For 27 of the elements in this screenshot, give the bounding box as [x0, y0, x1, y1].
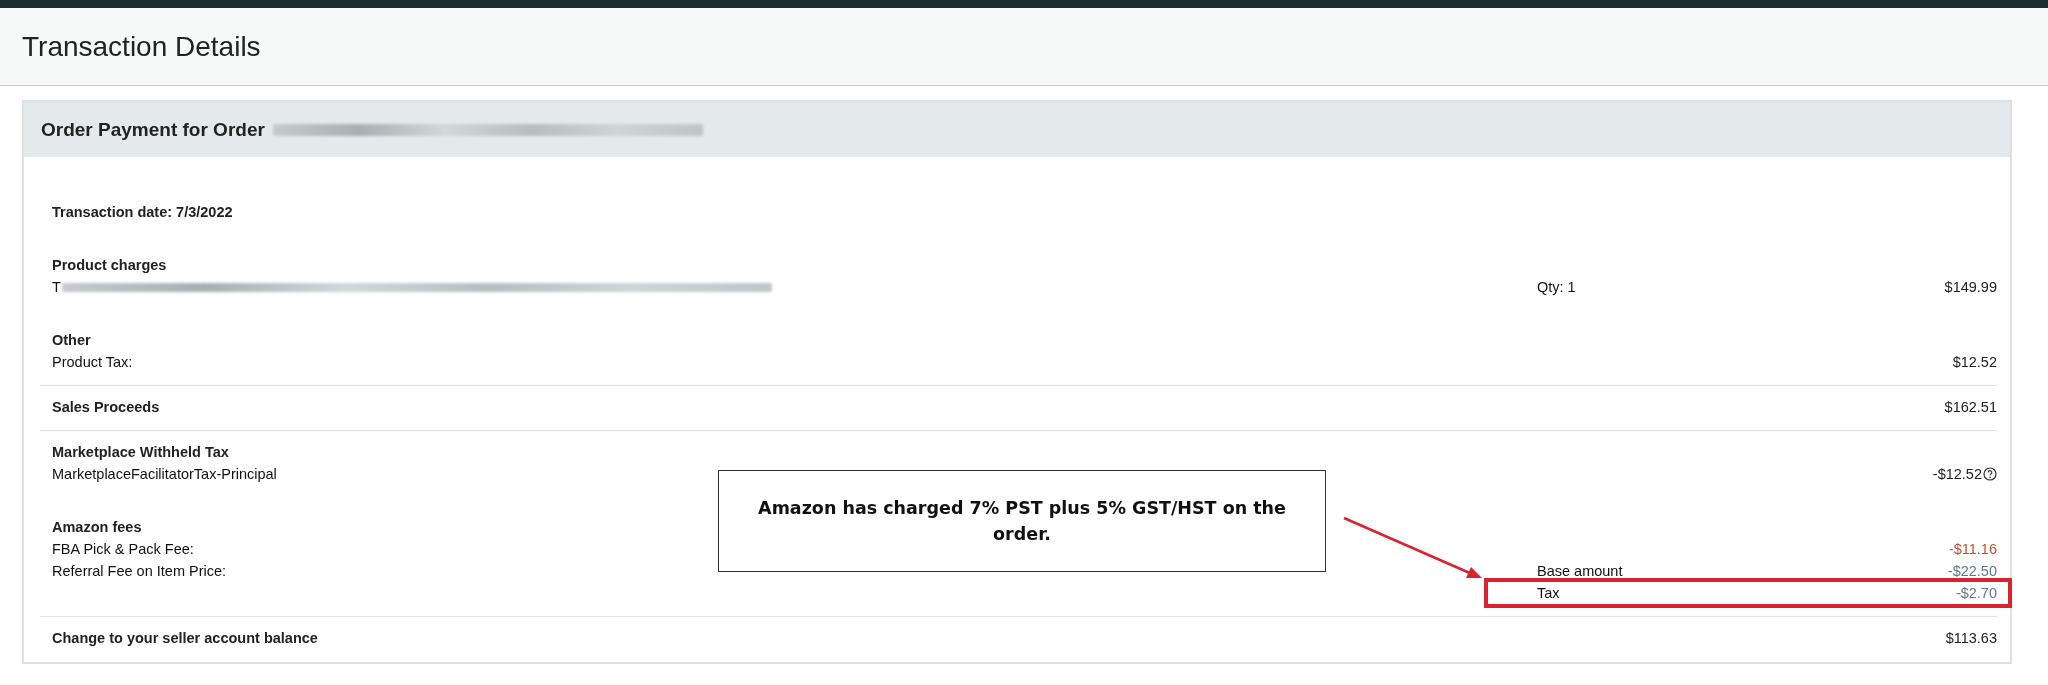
amount: $12.52	[1952, 354, 1997, 370]
section-title: Change to your seller account balance	[52, 630, 318, 646]
line-label: T	[52, 279, 61, 295]
section-title: Transaction date: 7/3/2022	[52, 204, 233, 220]
section-title: Product charges	[52, 257, 167, 273]
section-title: Other	[52, 332, 91, 348]
amount: -$11.16	[1948, 541, 1997, 557]
section-title: Sales Proceeds	[52, 399, 160, 415]
line-label: Referral Fee on Item Price:	[52, 563, 227, 579]
line-label: FBA Pick & Pack Fee:	[52, 541, 194, 557]
section-title: Marketplace Withheld Tax	[52, 444, 229, 460]
line-detail: Tax	[1537, 585, 1560, 601]
amount: $113.63	[1945, 630, 1997, 646]
panel-title: Order Payment for Order	[41, 118, 265, 141]
amount: -$22.50	[1947, 563, 1997, 579]
page-title: Transaction Details	[22, 30, 261, 63]
section-title: Amazon fees	[52, 519, 142, 535]
help-icon[interactable]	[1983, 467, 1997, 481]
line-label: MarketplaceFacilitatorTax-Principal	[52, 466, 277, 482]
amount: $149.99	[1944, 279, 1997, 295]
line-label: Product Tax:	[52, 354, 133, 370]
amount: -$12.52	[1932, 466, 1982, 482]
annotation-text: Amazon has charged 7% PST plus 5% GST/HST on the order.	[757, 497, 1287, 546]
amount: $162.51	[1944, 399, 1997, 415]
line-detail: Qty: 1	[1537, 279, 1576, 295]
line-detail: Base amount	[1537, 563, 1623, 579]
amount: -$2.70	[1955, 585, 1997, 601]
